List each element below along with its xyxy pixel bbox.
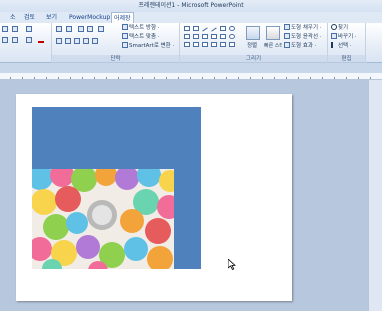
brace-shape-icon[interactable] [184,42,190,47]
textbox-shape-icon[interactable] [184,26,190,31]
ribbon-tab-row: 소 검토 보기 PowerMockup 어제장 [0,12,382,23]
brace2-shape-icon[interactable] [229,42,235,47]
columns-icon[interactable] [92,38,99,46]
shape-effects-button[interactable]: 도형 효과 · [284,42,327,50]
shape-fill-button[interactable]: 도형 채우기 · [284,24,327,32]
arrow-down-shape-icon[interactable] [211,34,217,39]
title-bar: 프레젠테이션1 - Microsoft PowerPoint [0,0,382,12]
replace-label: 바꾸기 · [338,34,357,40]
paragraph-group: 텍스트 방향 · 텍스트 맞춤 · SmartArt로 변환 · 단락 [52,23,180,63]
quick-styles-label[interactable]: 빠른 스타일 [264,42,282,50]
select-button[interactable]: 선택 · [331,42,365,50]
font-size-increase-icon[interactable] [2,26,9,34]
bracket-shape-icon[interactable] [193,34,199,39]
smartart-label: SmartArt로 변환 · [129,43,175,49]
tab-format[interactable]: 어제장 [111,12,134,23]
select-label: 선택 · [338,43,352,49]
replace-icon [331,33,337,39]
quick-styles-icon[interactable] [266,26,280,40]
editing-group: 찾기 바꾸기 · 선택 · 편집 [328,23,366,63]
text-align-button[interactable]: 텍스트 맞춤 · [122,33,178,41]
line-shape-icon[interactable] [202,27,208,32]
font-color-icon[interactable] [38,37,45,45]
smartart-icon [122,42,128,48]
shape-fill-label: 도형 채우기 · [291,25,322,31]
shape-effects-icon [284,42,290,48]
shadow-icon[interactable] [2,37,9,45]
select-icon [331,42,337,48]
shape-outline-label: 도형 윤곽선 · [291,34,322,40]
decrease-indent-icon[interactable] [78,26,85,34]
arrange-icon[interactable] [246,26,260,40]
shape-outline-icon [284,33,290,39]
text-align-icon [122,33,128,39]
text-align-label: 텍스트 맞춤 · [129,34,160,40]
macaron-picture [32,169,174,269]
slide-workspace [0,80,382,311]
tab-home-partial[interactable]: 소 [8,12,18,23]
increase-indent-icon[interactable] [87,26,94,34]
char-spacing-icon[interactable] [12,37,19,45]
text-direction-label: 텍스트 방향 · [129,25,160,31]
align-right-icon[interactable] [74,38,81,46]
arrow-shape-icon[interactable] [211,27,217,32]
curve-shape-icon[interactable] [193,42,199,47]
numbering-icon[interactable] [66,26,73,34]
shape-outline-button[interactable]: 도형 윤곽선 · [284,33,327,41]
ribbon: 텍스트 방향 · 텍스트 맞춤 · SmartArt로 변환 · 단락 정렬 빠… [0,23,382,63]
font-group [0,23,52,63]
drawing-group: 정렬 빠른 스타일 도형 채우기 · 도형 윤곽선 · 도형 효과 · 그리기 [180,23,328,63]
horizontal-ruler [0,73,382,80]
oval-shape-icon[interactable] [229,26,235,31]
callout-shape-icon[interactable] [211,42,217,47]
shape-fill-icon [284,24,290,30]
align-center-icon[interactable] [65,38,72,46]
clear-format-icon[interactable] [26,26,33,34]
bullets-icon[interactable] [56,26,63,34]
rectangle2-shape-icon[interactable] [220,26,226,31]
justify-icon[interactable] [83,38,90,46]
text-direction-button[interactable]: 텍스트 방향 · [122,24,178,32]
tab-view[interactable]: 보기 [44,12,59,23]
bracket2-shape-icon[interactable] [220,42,226,47]
star-shape-icon[interactable] [220,34,226,39]
mouse-pointer-icon [228,259,236,270]
convert-smartart-button[interactable]: SmartArt로 변환 · [122,42,178,50]
text-direction-icon [122,24,128,30]
paragraph-group-label: 단락 [52,55,179,63]
slide-canvas[interactable] [16,94,292,301]
font-size-decrease-icon[interactable] [12,26,19,34]
tab-powermockup[interactable]: PowerMockup [67,12,112,23]
arrange-button-label[interactable]: 정렬 [242,42,262,50]
tab-review[interactable]: 검토 [22,12,37,23]
macaron-photo[interactable] [32,169,174,269]
arrow-right-shape-icon[interactable] [202,34,208,39]
align-left-icon[interactable] [56,38,63,46]
find-icon [331,24,337,30]
change-case-icon[interactable] [26,37,33,45]
editing-group-label: 편집 [328,55,365,63]
find-label: 찾기 [338,25,349,31]
window-title: 프레젠테이션1 - Microsoft PowerPoint [138,2,244,9]
wave-shape-icon[interactable] [202,42,208,47]
find-button[interactable]: 찾기 [331,24,365,32]
replace-button[interactable]: 바꾸기 · [331,33,365,41]
circle-shape-icon[interactable] [229,34,235,39]
vertical-scrollbar[interactable] [368,80,382,311]
drawing-group-label: 그리기 [180,55,327,63]
rectangle-shape-icon[interactable] [193,26,199,31]
line-spacing-icon[interactable] [98,26,105,34]
shape-effects-label: 도형 효과 · [291,43,317,49]
triangle-shape-icon[interactable] [184,34,190,39]
